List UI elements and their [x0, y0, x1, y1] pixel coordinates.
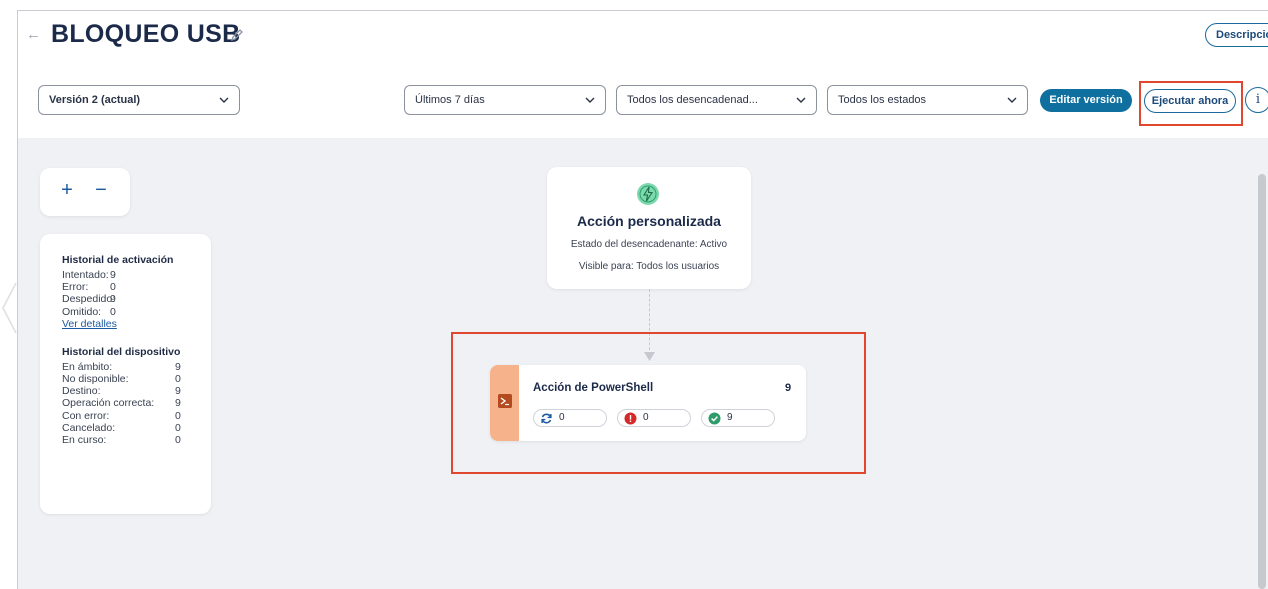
top-divider [17, 10, 1268, 11]
activation-history-title: Historial de activación [62, 254, 174, 266]
stat-label: En curso: [62, 433, 107, 446]
page-title: BLOQUEO USB [51, 20, 241, 48]
stat-row: En curso: 0 [62, 434, 211, 446]
chevron-down-icon [1007, 97, 1017, 103]
action-stripe [490, 365, 519, 441]
zoom-controls: + − [40, 168, 130, 216]
toolbar: Versión 2 (actual) Últimos 7 días Todos … [18, 66, 1268, 138]
stat-row: Operación correcta: 9 [62, 397, 211, 409]
vertical-scrollbar[interactable] [1258, 174, 1266, 589]
error-icon [624, 412, 637, 425]
stat-value: 9 [175, 360, 181, 373]
run-now-button[interactable]: Ejecutar ahora [1144, 89, 1236, 113]
trigger-visibility: Visible para: Todos los usuarios [578, 261, 720, 272]
state-filter-select[interactable]: Todos los estados [827, 85, 1028, 115]
workflow-canvas[interactable]: + − Historial de activación Intentado: 9 … [18, 138, 1268, 589]
info-button[interactable]: i [1245, 87, 1268, 113]
stat-label: Despedido: [62, 293, 116, 306]
stat-label: Error: [62, 281, 89, 294]
stat-label: Operación correcta: [62, 397, 155, 410]
trigger-node[interactable]: Acción personalizada Estado del desencad… [547, 167, 751, 289]
stat-row: Omitido: 0 [62, 306, 211, 318]
stat-value: 0 [175, 433, 181, 446]
stat-row: Despedido: 9 [62, 293, 211, 305]
chevron-left-icon[interactable] [0, 278, 18, 338]
stat-value: 0 [110, 305, 116, 318]
stat-row: Cancelado: 0 [62, 422, 211, 434]
stat-label: Destino: [62, 385, 101, 398]
stat-value: 9 [175, 397, 181, 410]
action-title: Acción de PowerShell [533, 382, 654, 394]
chevron-down-icon [585, 97, 595, 103]
edit-version-button[interactable]: Editar versión [1040, 89, 1132, 112]
stat-row: Con error: 0 [62, 410, 211, 422]
retry-count: 0 [559, 412, 565, 423]
stat-row: No disponible: 0 [62, 373, 211, 385]
powershell-icon [498, 394, 512, 408]
trigger-title: Acción personalizada [577, 213, 721, 229]
back-arrow-icon[interactable]: ← [26, 25, 41, 45]
stat-value: 0 [175, 372, 181, 385]
stat-label: Omitido: [62, 305, 102, 318]
retry-count-pill: 0 [533, 409, 607, 427]
trigger-state: Estado del desencadenante: Activo [570, 239, 728, 250]
stat-value: 0 [110, 281, 116, 294]
stat-label: En ámbito: [62, 360, 113, 373]
state-filter-value: Todos los estados [838, 94, 927, 106]
device-history-title: Historial del dispositivo [62, 345, 181, 358]
stat-row: Destino: 9 [62, 385, 211, 397]
chevron-down-icon [219, 97, 229, 103]
period-select[interactable]: Últimos 7 días [404, 85, 606, 115]
powershell-action-node[interactable]: Acción de PowerShell 9 0 0 9 [490, 365, 806, 441]
stat-label: No disponible: [62, 372, 129, 385]
action-count: 9 [785, 382, 792, 394]
chevron-down-icon [796, 97, 806, 103]
lightning-bolt-icon [637, 183, 659, 205]
error-count: 0 [643, 412, 649, 423]
edit-title-pencil-icon[interactable] [229, 27, 245, 43]
stat-value: 0 [175, 409, 181, 422]
history-panel: Historial de activación Intentado: 9 Erro… [40, 234, 211, 514]
stat-row: Error: 0 [62, 281, 211, 293]
stat-value: 0 [175, 421, 181, 434]
stat-value: 9 [175, 385, 181, 398]
version-select[interactable]: Versión 2 (actual) [38, 85, 240, 115]
description-button[interactable]: Descripción [1205, 23, 1268, 47]
error-count-pill: 0 [617, 409, 691, 427]
stat-label: Cancelado: [62, 421, 116, 434]
trigger-filter-select[interactable]: Todos los desencadenad... [616, 85, 817, 115]
success-count-pill: 9 [701, 409, 775, 427]
zoom-in-button[interactable]: + [58, 179, 76, 203]
trigger-filter-value: Todos los desencadenad... [627, 94, 758, 106]
stat-row: Intentado: 9 [62, 269, 211, 281]
zoom-out-button[interactable]: − [92, 179, 110, 203]
stat-value: 9 [110, 293, 116, 306]
stat-value: 9 [110, 269, 116, 281]
stat-label: Intentado: [62, 269, 109, 281]
success-count: 9 [727, 412, 733, 423]
stat-row: En ámbito: 9 [62, 361, 211, 373]
checkmark-icon [708, 412, 721, 425]
stat-label: Con error: [62, 409, 110, 422]
refresh-icon [541, 413, 552, 424]
version-select-value: Versión 2 (actual) [49, 94, 141, 106]
period-select-value: Últimos 7 días [415, 94, 485, 106]
view-details-link[interactable]: Ver detalles [62, 318, 211, 330]
